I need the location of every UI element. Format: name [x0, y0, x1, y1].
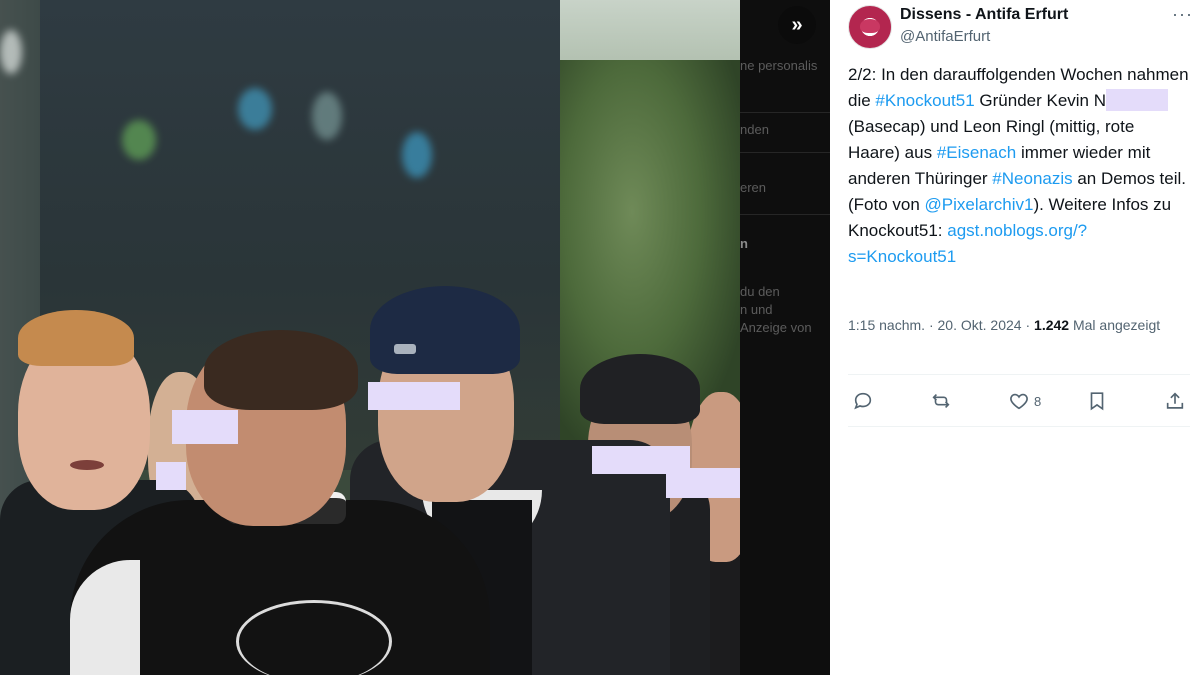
photo-background-detail — [122, 120, 156, 160]
background-ui-text: Anzeige von — [740, 320, 812, 335]
repost-icon — [932, 393, 950, 409]
mention-link[interactable]: @Pixelarchiv1 — [925, 195, 1034, 214]
repost-button[interactable] — [930, 386, 952, 416]
hashtag-link[interactable]: #Eisenach — [937, 143, 1016, 162]
background-ui-text: nden — [740, 122, 769, 137]
tweet-actions: 8 — [848, 386, 1190, 416]
double-chevron-right-icon: » — [791, 13, 803, 36]
background-ui-text: ne personalis — [740, 58, 818, 73]
author-name[interactable]: Dissens - Antifa Erfurt — [900, 6, 1068, 24]
tweet-text-segment: Gründer Kevin N — [974, 91, 1107, 110]
face-redaction-bar — [368, 382, 460, 410]
like-button[interactable]: 8 — [1008, 386, 1041, 416]
tweet-panel: Dissens - Antifa Erfurt @AntifaErfurt ··… — [830, 0, 1200, 675]
name-redaction — [1106, 89, 1169, 111]
background-ui-text: eren — [740, 180, 767, 195]
like-count: 8 — [1034, 393, 1042, 409]
photo-background-detail — [312, 92, 342, 140]
tweet-meta: 1:15 nachm. · 20. Okt. 2024 · 1.242 Mal … — [848, 317, 1161, 333]
tweet-date[interactable]: 20. Okt. 2024 — [938, 317, 1022, 333]
author-handle[interactable]: @AntifaErfurt — [900, 28, 990, 45]
share-icon — [1166, 392, 1184, 409]
photo-background-detail — [0, 30, 22, 74]
hashtag-link[interactable]: #Neonazis — [992, 169, 1072, 188]
background-ui-text: du den — [740, 284, 780, 299]
tweet-photo[interactable] — [0, 0, 740, 675]
divider — [848, 426, 1190, 427]
photo-background-detail — [402, 132, 432, 178]
more-icon[interactable]: ··· — [1172, 4, 1193, 25]
share-button[interactable] — [1164, 386, 1186, 416]
avatar[interactable] — [848, 5, 892, 49]
tweet-time[interactable]: 1:15 nachm. — [848, 317, 925, 333]
background-ui-text: n — [740, 236, 748, 251]
tweet-text: 2/2: In den darauffolgenden Wochen nahme… — [848, 62, 1190, 270]
expand-button[interactable]: » — [778, 6, 816, 44]
background-ui-strip: ne personalis nden eren n du den n und A… — [740, 0, 830, 675]
background-ui-text: n und — [740, 302, 773, 317]
reply-button[interactable] — [852, 386, 874, 416]
views-label: Mal angezeigt — [1072, 317, 1161, 333]
face-redaction-bar — [172, 410, 238, 444]
photo-background-detail — [238, 88, 272, 130]
background-ui-divider — [740, 152, 830, 153]
bookmark-icon — [1090, 392, 1104, 411]
face-redaction-bar — [156, 462, 186, 490]
heart-icon — [1010, 393, 1028, 410]
reply-icon — [854, 392, 872, 410]
background-ui-divider — [740, 214, 830, 215]
views-count: 1.242 — [1034, 317, 1070, 333]
divider — [848, 374, 1190, 375]
bookmark-button[interactable] — [1086, 386, 1108, 416]
face-redaction-bar — [666, 468, 740, 498]
hashtag-link[interactable]: #Knockout51 — [875, 91, 974, 110]
background-ui-divider — [740, 112, 830, 113]
